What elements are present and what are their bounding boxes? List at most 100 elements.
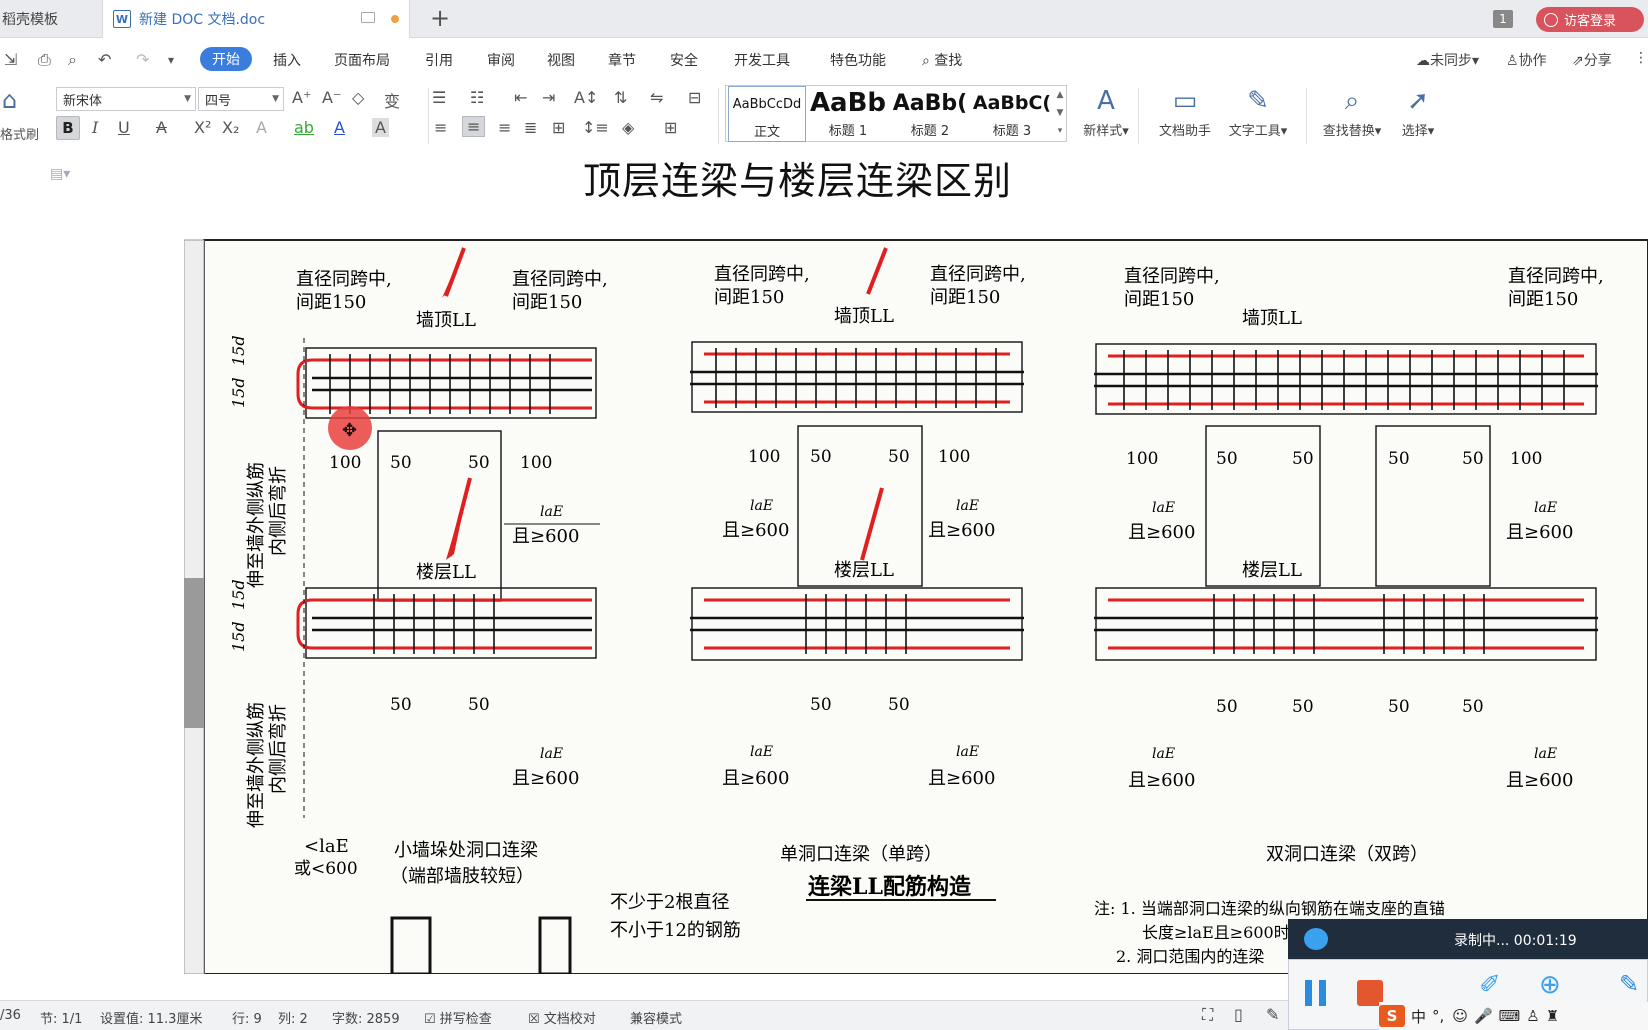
undo-history-icon[interactable]: ⇲ <box>4 50 17 69</box>
format-painter-icon[interactable]: ⌂ <box>2 86 17 114</box>
shrink-font-icon[interactable]: A⁻ <box>322 88 341 107</box>
distribute-icon[interactable]: ⊞ <box>552 118 565 137</box>
zoom-icon[interactable]: ⊕ <box>1539 970 1561 1000</box>
doc-assistant-button[interactable]: ▭ 文档助手 <box>1150 86 1220 139</box>
dim-50: 50 <box>888 447 910 467</box>
sync-button[interactable]: ☁未同步▾ <box>1416 50 1479 70</box>
increase-indent-icon[interactable]: ⇥ <box>542 88 555 107</box>
style-heading-1[interactable]: AaBb 标题 1 <box>808 86 888 142</box>
find-replace-button[interactable]: ⌕ 查找替换▾ <box>1316 86 1388 139</box>
pause-button[interactable] <box>1305 980 1329 1006</box>
menu-chapter[interactable]: 章节 <box>608 50 636 70</box>
status-page[interactable]: /36 <box>0 1008 21 1023</box>
dim-ge600: 且≥600 <box>928 520 995 541</box>
customize-chevron-icon[interactable]: ▾ <box>168 53 174 67</box>
mic-icon[interactable]: 🎤 <box>1474 1007 1493 1025</box>
menu-view[interactable]: 视图 <box>547 50 575 70</box>
align-right-icon[interactable]: ≡ <box>498 118 511 137</box>
strikethrough-button[interactable]: A <box>156 118 167 137</box>
emoji-icon[interactable]: ☺ <box>1452 1007 1468 1025</box>
justify-icon[interactable]: ≣ <box>524 118 537 137</box>
bullets-icon[interactable]: ☰ <box>432 88 446 107</box>
show-marks-icon[interactable]: ⇋ <box>650 88 663 107</box>
spell-check-button[interactable]: ☑ 拼写检查 <box>424 1008 492 1027</box>
line-spacing-icon[interactable]: ↕≡ <box>582 118 609 137</box>
style-heading-3[interactable]: AaBbC( 标题 3 <box>972 86 1052 142</box>
text-effect-button[interactable]: A <box>256 118 267 137</box>
more-icon[interactable]: ⋮ <box>1634 50 1648 66</box>
sogou-s-icon[interactable]: S <box>1379 1005 1405 1027</box>
menu-security[interactable]: 安全 <box>670 50 698 70</box>
text-direction-icon[interactable]: A↕ <box>574 88 598 107</box>
font-name-select[interactable]: 新宋体 ▼ <box>56 87 196 111</box>
new-style-button[interactable]: A 新样式▾ <box>1078 86 1134 139</box>
ime-punct[interactable]: °, <box>1432 1007 1444 1025</box>
magnifier-icon: ⌕ <box>1344 86 1360 116</box>
tab-templates[interactable]: 稻壳模板 <box>0 0 100 38</box>
borders-icon[interactable]: ⊞ <box>664 118 677 137</box>
user-icon[interactable]: ♙ <box>1526 1007 1539 1025</box>
menu-features[interactable]: 特色功能 <box>830 50 886 70</box>
font-size-select[interactable]: 四号 ▼ <box>198 87 284 111</box>
font-color-button[interactable]: A <box>334 118 345 137</box>
bold-button[interactable]: B <box>56 116 80 140</box>
keyboard-icon[interactable]: ⌨ <box>1499 1007 1521 1025</box>
collab-button[interactable]: ♙协作 <box>1506 50 1547 70</box>
style-scroll[interactable]: ▲ ▼ ▾ <box>1054 86 1066 142</box>
menu-insert[interactable]: 插入 <box>273 50 301 70</box>
menu-search[interactable]: ⌕ 查找 <box>922 50 962 70</box>
status-words[interactable]: 字数: 2859 <box>332 1008 400 1027</box>
menu-home[interactable]: 开始 <box>200 47 252 71</box>
decrease-indent-icon[interactable]: ⇤ <box>514 88 527 107</box>
fullscreen-icon[interactable]: ⛶ <box>1202 1005 1213 1025</box>
sort-icon[interactable]: ⇅ <box>614 88 627 107</box>
print-preview-icon[interactable]: ⌕ <box>68 50 77 70</box>
char-shading-button[interactable]: A <box>372 118 389 137</box>
pen-icon[interactable]: ✐ <box>1479 970 1501 1000</box>
share-button[interactable]: ⇗分享 <box>1572 50 1612 70</box>
menu-layout[interactable]: 页面布局 <box>334 50 390 70</box>
shirt-icon[interactable]: ♜ <box>1546 1007 1559 1025</box>
subscript-button[interactable]: X₂ <box>222 118 239 137</box>
tab-stops-icon[interactable]: ⊟ <box>688 88 701 107</box>
underline-button[interactable]: U <box>118 118 130 137</box>
cursor-icon: ➚ <box>1407 86 1429 116</box>
superscript-button[interactable]: X² <box>194 118 211 137</box>
dim-50: 50 <box>1388 449 1410 469</box>
redo-icon[interactable]: ↷ <box>136 50 149 69</box>
highlight-button[interactable]: ab <box>294 118 314 137</box>
new-tab-plus-icon[interactable]: + <box>430 4 450 32</box>
tab-document[interactable]: W 新建 DOC 文档.doc <box>102 0 410 38</box>
shading-icon[interactable]: ◈ <box>622 118 634 137</box>
undo-icon[interactable]: ↶ <box>98 50 111 69</box>
menu-review[interactable]: 审阅 <box>487 50 515 70</box>
text-tools-button[interactable]: ✎ 文字工具▾ <box>1222 86 1294 139</box>
style-normal[interactable]: AaBbCcDd 正文 <box>728 86 806 142</box>
ime-lang[interactable]: 中 <box>1411 1006 1426 1027</box>
print-icon[interactable]: ⎙ <box>38 50 51 70</box>
grow-font-icon[interactable]: A⁺ <box>292 88 311 107</box>
select-button[interactable]: ➚ 选择▾ <box>1394 86 1442 139</box>
menu-references[interactable]: 引用 <box>425 50 453 70</box>
clear-format-icon[interactable]: ◇ <box>352 88 364 107</box>
align-left-icon[interactable]: ≡ <box>434 118 447 137</box>
align-center-icon[interactable]: ≡ <box>462 116 486 137</box>
numbering-icon[interactable]: ☷ <box>470 88 484 107</box>
monitor-icon[interactable] <box>361 12 375 23</box>
style-heading-2[interactable]: AaBb( 标题 2 <box>890 86 970 142</box>
bend-note-b: 内侧后弯折 <box>268 466 289 556</box>
read-mode-icon[interactable]: ▯ <box>1234 1005 1243 1024</box>
edit-pen-icon[interactable]: ✎ <box>1266 1005 1279 1024</box>
divider <box>718 88 719 144</box>
phonetic-icon[interactable]: 变 <box>384 88 400 112</box>
login-button[interactable]: 访客登录 <box>1536 7 1644 32</box>
edit-icon[interactable]: ✎ <box>1619 970 1639 998</box>
menu-developer[interactable]: 开发工具 <box>734 50 790 70</box>
paragraph-mark-icon[interactable]: ▤▾ <box>50 166 70 182</box>
window-count-badge[interactable]: 1 <box>1493 10 1513 28</box>
format-painter-label[interactable]: 格式刷 <box>0 124 39 143</box>
text-tools-label: 文字工具 <box>1228 124 1281 139</box>
proofread-button[interactable]: ☒ 文档校对 <box>528 1008 596 1027</box>
italic-button[interactable]: I <box>92 118 98 137</box>
rebar-note-line2: 间距150 <box>714 287 784 308</box>
